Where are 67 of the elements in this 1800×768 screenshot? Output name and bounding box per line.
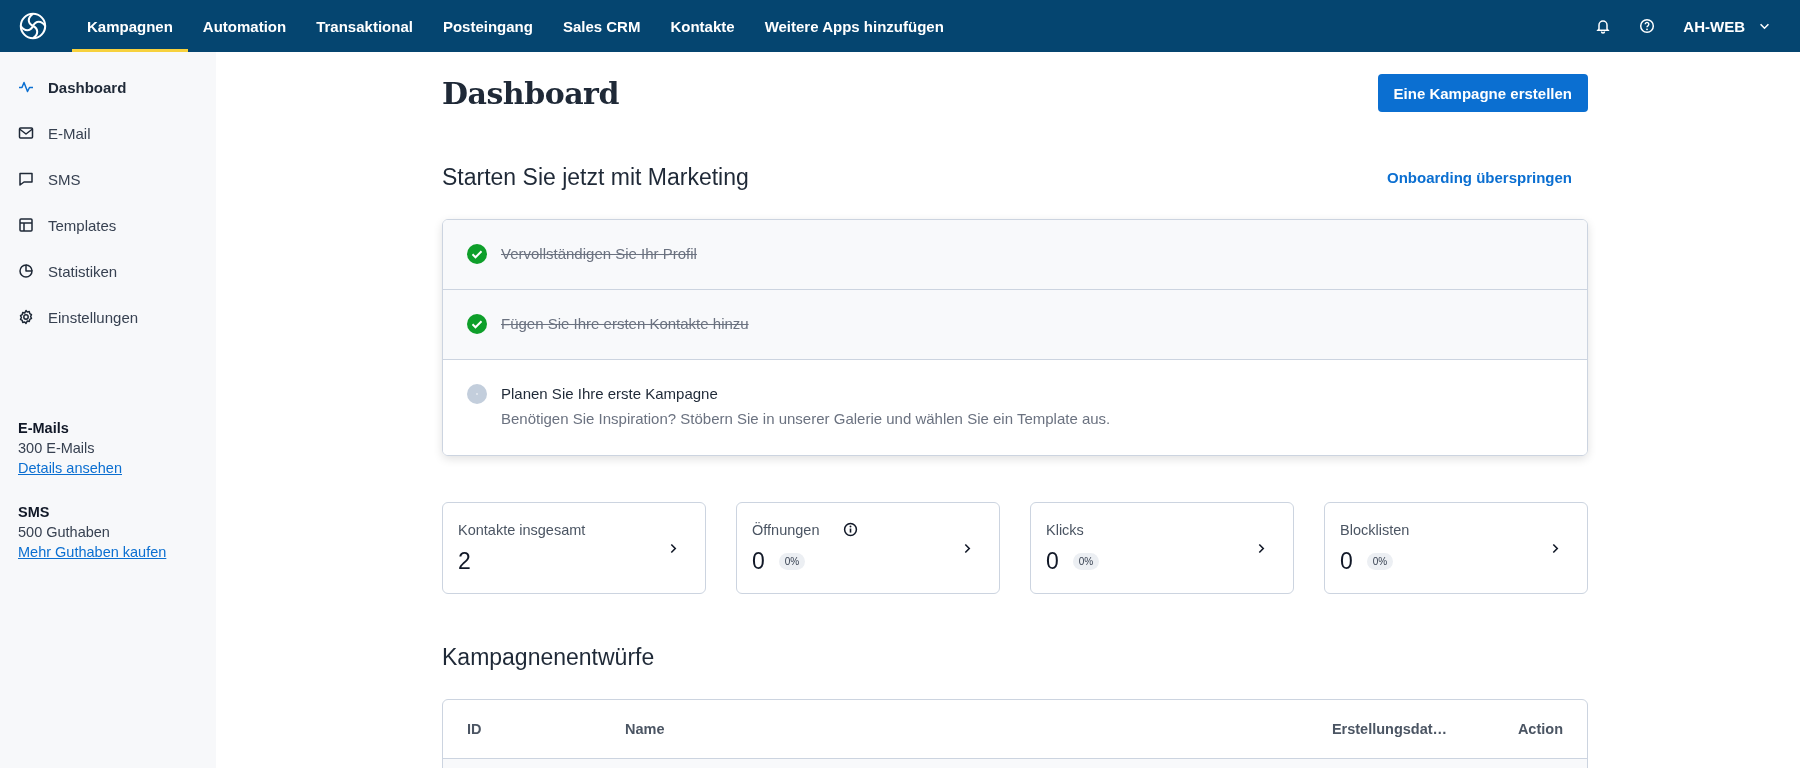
nav-tab[interactable]: Posteingang xyxy=(427,0,548,52)
pending-circle-icon xyxy=(467,384,487,404)
account-menu[interactable]: AH-WEB xyxy=(1683,17,1770,35)
credit-title: E-Mails xyxy=(18,420,70,436)
stat-label: Kontakte insgesamt xyxy=(458,521,586,538)
checklist-step[interactable]: Fügen Sie Ihre ersten Kontakte hinzu xyxy=(443,289,1587,359)
settings-icon xyxy=(18,309,34,325)
sidebar-item[interactable]: E-Mail xyxy=(18,110,198,156)
page-title: Dashboard xyxy=(442,75,619,111)
envelope-icon xyxy=(18,125,34,141)
logo-icon[interactable] xyxy=(18,11,48,41)
column-header: Action xyxy=(1517,721,1563,737)
column-header: Name xyxy=(625,721,666,737)
chevron-right-icon xyxy=(1552,542,1559,554)
nav-tab[interactable]: Automation xyxy=(187,0,302,52)
section-heading: Kampagnenentwürfe xyxy=(442,644,656,671)
credit-amount: 300 E-Mails xyxy=(18,440,96,456)
stat-card[interactable]: Kontakte insgesamt 2 xyxy=(442,502,706,594)
sidebar-item[interactable]: Templates xyxy=(18,202,198,248)
step-description: Benötigen Sie Inspiration? Stöbern Sie in unserer Galerie und wählen Sie ein Template aus. xyxy=(501,410,1111,427)
step-title: Planen Sie Ihre erste Kampagne xyxy=(501,385,719,402)
stat-value: 0 xyxy=(1340,547,1353,575)
stat-card[interactable]: Öffnungen 0 0% xyxy=(736,502,1000,594)
chevron-right-icon xyxy=(1258,542,1265,554)
stat-value: 0 xyxy=(752,547,765,575)
chevron-right-icon xyxy=(964,542,971,554)
credit-link[interactable]: Mehr Guthaben kaufen xyxy=(18,544,198,560)
nav-tab[interactable]: Sales CRM xyxy=(547,0,656,52)
section-heading: Starten Sie jetzt mit Marketing xyxy=(442,164,749,191)
create-campaign-button[interactable]: Eine Kampagne erstellen xyxy=(1377,74,1588,112)
checklist-step[interactable]: Vervollständigen Sie Ihr Profil xyxy=(443,220,1587,289)
chat-bubble-icon xyxy=(18,171,34,187)
sidebar-item[interactable]: SMS xyxy=(18,156,198,202)
check-circle-icon xyxy=(467,244,487,264)
caret-icon xyxy=(1759,22,1770,30)
help-icon[interactable] xyxy=(1639,18,1656,34)
skip-onboarding-link[interactable]: Onboarding überspringen xyxy=(1387,169,1588,186)
sidebar-item[interactable]: Dashboard xyxy=(18,64,198,110)
stat-label: Öffnungen xyxy=(752,521,820,538)
pulse-icon xyxy=(18,79,34,95)
column-header: ID xyxy=(467,721,483,737)
checklist-step[interactable]: Planen Sie Ihre erste Kampagne Benötigen Sie Inspiration? Stöbern Sie in unserer Galerie und wählen Sie ein Template aus. xyxy=(443,359,1587,455)
check-circle-icon xyxy=(467,314,487,334)
nav-tab[interactable]: Transaktional xyxy=(301,0,428,52)
pie-chart-icon xyxy=(18,263,34,279)
credit-link[interactable]: Details ansehen xyxy=(18,460,198,476)
stat-card[interactable]: Klicks 0 0% xyxy=(1030,502,1294,594)
credit-amount: 500 Guthaben xyxy=(18,524,111,540)
layout-icon xyxy=(18,217,34,233)
percentage-badge: 0% xyxy=(1072,552,1100,570)
percentage-badge: 0% xyxy=(1366,552,1394,570)
step-title: Fügen Sie Ihre ersten Kontakte hinzu xyxy=(501,315,749,332)
step-title: Vervollständigen Sie Ihr Profil xyxy=(501,245,697,262)
column-header: Erstellungsdat… xyxy=(1331,721,1449,737)
stat-value: 0 xyxy=(1046,547,1059,575)
credit-title: SMS xyxy=(18,504,51,520)
percentage-badge: 0% xyxy=(778,552,806,570)
chevron-right-icon xyxy=(670,542,677,554)
stat-label: Blocklisten xyxy=(1340,521,1410,538)
notification-bell-icon[interactable] xyxy=(1595,18,1612,34)
stat-label: Klicks xyxy=(1046,521,1084,538)
stat-value: 2 xyxy=(458,547,471,575)
sidebar-item[interactable]: Einstellungen xyxy=(18,294,198,340)
nav-tab[interactable]: Weitere Apps hinzufügen xyxy=(749,0,959,52)
nav-tab[interactable]: Kontakte xyxy=(655,0,750,52)
sidebar-item[interactable]: Statistiken xyxy=(18,248,198,294)
stat-card[interactable]: Blocklisten 0 0% xyxy=(1324,502,1588,594)
